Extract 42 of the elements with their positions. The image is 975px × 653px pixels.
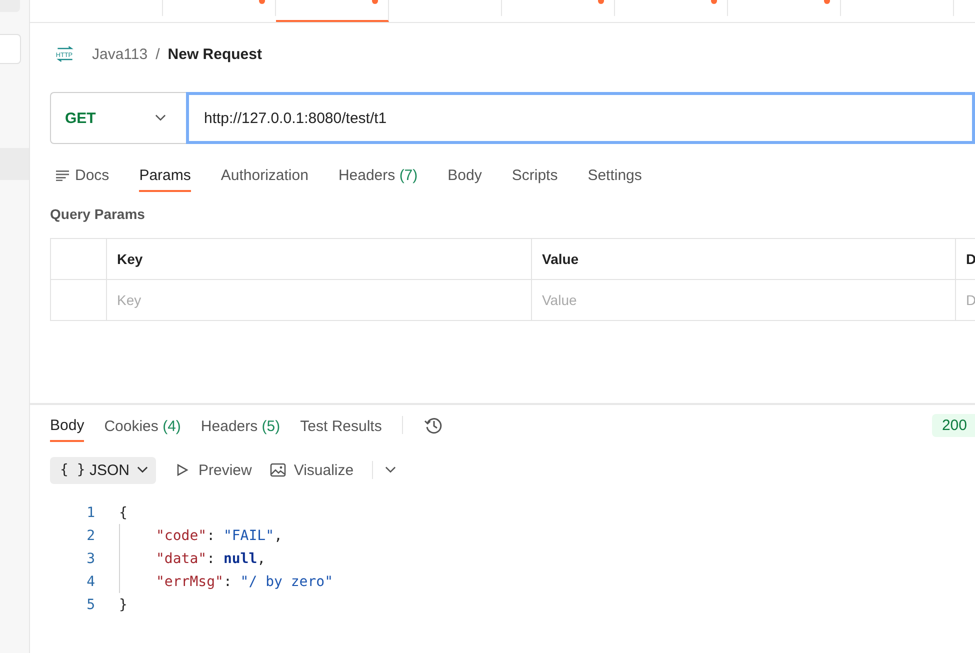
sidebar-item[interactable] (0, 148, 29, 180)
line-number: 5 (86, 596, 95, 612)
sidebar-search-field[interactable] (0, 34, 21, 64)
tab[interactable]: Params (139, 156, 191, 192)
url-field[interactable]: http://127.0.0.1:8080/test/t1 (186, 92, 975, 144)
line-number: 4 (86, 574, 95, 590)
section-title: Query Params (50, 206, 146, 224)
tab[interactable]: Cookies (4) (104, 408, 181, 442)
request-name: New Request (168, 46, 262, 62)
lines-icon (56, 170, 69, 181)
code-text: { (119, 504, 128, 520)
code-text: "errMsg": "/ by zero" (156, 574, 334, 590)
method-dropdown[interactable]: GET (50, 92, 186, 144)
line-number: 1 (86, 504, 95, 520)
tab[interactable]: Body (448, 157, 482, 191)
line-number: 3 (86, 550, 95, 566)
image-icon (270, 463, 286, 477)
tab[interactable]: Settings (588, 157, 642, 191)
column-header: Key (107, 239, 532, 279)
tab[interactable]: Test Results (300, 408, 382, 442)
line-number: 2 (86, 528, 95, 544)
chevron-icon (155, 114, 166, 122)
tab[interactable]: Headers (5) (200, 408, 280, 442)
request-tab[interactable] (276, 0, 389, 22)
breadcrumb-separator: / (156, 46, 160, 62)
tab[interactable]: Authorization (220, 157, 308, 191)
tab[interactable]: Scripts (512, 157, 558, 191)
format-dropdown[interactable]: { } JSON (50, 456, 156, 484)
preview-button[interactable]: Preview (174, 462, 252, 478)
code-text: "code": "FAIL", (156, 528, 282, 544)
visualize-button[interactable]: Visualize (270, 462, 354, 478)
chevron-icon[interactable] (384, 466, 396, 474)
history-icon[interactable] (422, 415, 443, 435)
code-text: } (119, 596, 128, 612)
chevron-icon (137, 466, 148, 474)
tab[interactable]: Body (50, 408, 84, 442)
collection-link[interactable]: Java113 (92, 46, 148, 62)
code-text: "data": null, (156, 550, 266, 566)
status-badge: 200 (932, 414, 975, 436)
tab[interactable]: Headers (7) (338, 157, 418, 191)
column-header: Value (532, 239, 956, 279)
tab[interactable]: Docs (56, 157, 110, 191)
